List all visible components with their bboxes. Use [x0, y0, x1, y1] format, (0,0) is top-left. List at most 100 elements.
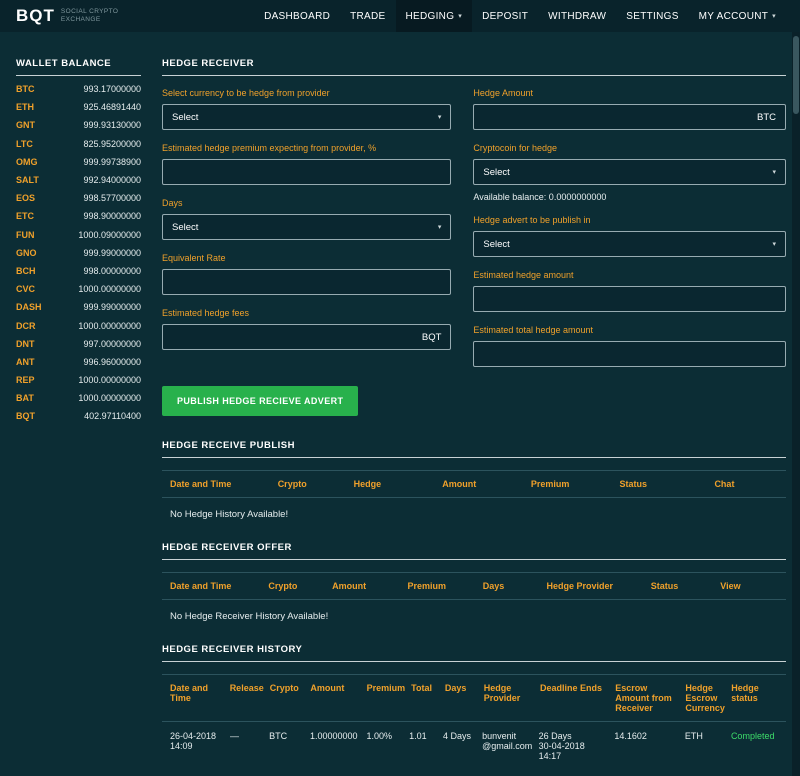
- wallet-balance-value: 992.94000000: [83, 175, 141, 186]
- hedge-receiver-offer-section: HEDGE RECEIVER OFFER Date and Time Crypt…: [162, 542, 786, 626]
- wallet-row: GNT 999.93130000: [16, 116, 141, 134]
- wallet-row: BTC 993.17000000: [16, 80, 141, 98]
- estimated-hedge-amount-label: Estimated hedge amount: [473, 270, 574, 280]
- cryptocoin-select-label: Cryptocoin for hedge: [473, 143, 557, 153]
- nav-dashboard[interactable]: DASHBOARD: [254, 0, 340, 32]
- estimated-hedge-amount-input[interactable]: [473, 286, 786, 312]
- scrollbar[interactable]: [792, 32, 800, 776]
- history-table-header: Date and Time Release Crypto Amount Prem…: [162, 674, 786, 722]
- nav-withdraw[interactable]: WITHDRAW: [538, 0, 616, 32]
- hedge-receiver-offer-title: HEDGE RECEIVER OFFER: [162, 542, 786, 560]
- wallet-row: DASH 999.99000000: [16, 298, 141, 316]
- hedge-receiver-history-title: HEDGE RECEIVER HISTORY: [162, 644, 786, 662]
- wallet-balance-value: 997.00000000: [83, 338, 141, 349]
- col-amount: Amount: [442, 479, 477, 489]
- wallet-balance-value: 998.00000000: [83, 265, 141, 276]
- col-deadline-ends: Deadline Ends: [539, 683, 602, 693]
- estimated-total-label: Estimated total hedge amount: [473, 325, 593, 335]
- nav-deposit[interactable]: DEPOSIT: [472, 0, 538, 32]
- nav-trade-label: TRADE: [350, 10, 386, 22]
- scrollbar-thumb[interactable]: [793, 36, 799, 114]
- wallet-balance-value: 998.90000000: [83, 211, 141, 222]
- wallet-currency-code: DCR: [16, 320, 36, 331]
- nav-withdraw-label: WITHDRAW: [548, 10, 607, 22]
- col-date-time: Date and Time: [170, 479, 232, 489]
- wallet-currency-code: BCH: [16, 265, 36, 276]
- nav-my-account[interactable]: MY ACCOUNT ▾: [689, 0, 786, 32]
- hedge-receiver-form: Select currency to be hedge from provide…: [162, 88, 786, 380]
- form-left-column: Select currency to be hedge from provide…: [162, 88, 452, 380]
- wallet-currency-code: REP: [16, 375, 35, 386]
- wallet-balance-value: 825.95200000: [83, 138, 141, 149]
- wallet-balance-value: 999.93130000: [83, 120, 141, 131]
- nav-settings[interactable]: SETTINGS: [616, 0, 688, 32]
- col-days: Days: [482, 581, 505, 591]
- hedge-receiver-history-section: HEDGE RECEIVER HISTORY Date and Time Rel…: [162, 644, 786, 776]
- wallet-sidebar: WALLET BALANCE BTC 993.17000000 ETH 925.46…: [0, 44, 150, 776]
- cryptocoin-select-value: Select: [483, 166, 510, 178]
- wallet-balance-value: 999.99738900: [83, 156, 141, 167]
- cell-escrow-amount: 14.1602: [614, 731, 647, 741]
- cell-premium: 1.00%: [366, 731, 393, 741]
- hedge-amount-suffix: BTC: [757, 111, 776, 123]
- col-status: Status: [619, 479, 647, 489]
- col-amount: Amount: [310, 683, 345, 693]
- wallet-currency-code: OMG: [16, 156, 38, 167]
- history-table-row: 26-04-2018 11:34 — BTC 1.00000000 1.00% …: [162, 770, 786, 776]
- wallet-balance-value: 925.46891440: [83, 102, 141, 113]
- chevron-down-icon: ▾: [437, 224, 442, 231]
- wallet-row: DNT 997.00000000: [16, 335, 141, 353]
- days-select-value: Select: [172, 221, 199, 233]
- hedge-fees-input[interactable]: BQT: [162, 324, 452, 350]
- wallet-balance-value: 1000.00000000: [78, 284, 141, 295]
- cell-hedge-provider: bunvenit @gmail.com: [482, 731, 533, 751]
- wallet-currency-code: ETC: [16, 211, 34, 222]
- col-days: Days: [444, 683, 467, 693]
- hedge-amount-input[interactable]: BTC: [473, 104, 786, 130]
- advert-select-value: Select: [483, 238, 510, 250]
- form-right-column: Hedge Amount BTC Cryptocoin for hedge Se…: [473, 88, 786, 380]
- history-table-row: 26-04-2018 14:09 — BTC 1.00000000 1.00% …: [162, 722, 786, 770]
- hedge-receive-publish-title: HEDGE RECEIVE PUBLISH: [162, 440, 786, 458]
- wallet-currency-code: ANT: [16, 356, 35, 367]
- premium-input[interactable]: [162, 159, 452, 185]
- chevron-down-icon: ▾: [437, 114, 442, 121]
- wallet-row: BCH 998.00000000: [16, 262, 141, 280]
- advert-select-label: Hedge advert to be publish in: [473, 215, 591, 225]
- wallet-currency-code: CVC: [16, 284, 36, 295]
- wallet-row: ETC 998.90000000: [16, 207, 141, 225]
- cell-deadline-ends: 26 Days 30-04-2018 14:17: [538, 731, 585, 761]
- top-navigation-bar: BQT SOCIAL CRYPTO EXCHANGE DASHBOARD TRA…: [0, 0, 800, 32]
- cryptocoin-select[interactable]: Select ▾: [473, 159, 786, 185]
- wallet-row: SALT 992.94000000: [16, 171, 141, 189]
- offer-table-header: Date and Time Crypto Amount Premium Days…: [162, 572, 786, 600]
- currency-select[interactable]: Select ▾: [162, 104, 452, 130]
- publish-empty-message: No Hedge History Available!: [170, 509, 289, 520]
- days-select[interactable]: Select ▾: [162, 214, 452, 240]
- wallet-row: GNO 999.99000000: [16, 244, 141, 262]
- equivalent-rate-input[interactable]: [162, 269, 452, 295]
- advert-select[interactable]: Select ▾: [473, 231, 786, 257]
- col-status: Status: [650, 581, 679, 591]
- nav-hedging[interactable]: HEDGING ▾: [395, 0, 473, 32]
- estimated-total-input[interactable]: [473, 341, 786, 367]
- chevron-down-icon: ▾: [458, 13, 463, 20]
- col-amount: Amount: [332, 581, 367, 591]
- col-total: Total: [411, 683, 432, 693]
- publish-hedge-receive-button[interactable]: PUBLISH HEDGE RECIEVE ADVERT: [162, 386, 359, 416]
- wallet-balance-title: WALLET BALANCE: [16, 58, 141, 76]
- col-premium: Premium: [407, 581, 446, 591]
- hedge-receiver-title: HEDGE RECEIVER: [162, 58, 786, 76]
- nav-settings-label: SETTINGS: [626, 10, 679, 22]
- available-balance-text: Available balance: 0.0000000000: [473, 192, 607, 202]
- col-crypto: Crypto: [277, 479, 307, 489]
- wallet-balance-value: 996.96000000: [83, 356, 141, 367]
- wallet-row: EOS 998.57700000: [16, 189, 141, 207]
- wallet-balance-value: 402.97110400: [84, 411, 141, 422]
- cell-release: —: [230, 731, 240, 741]
- equivalent-rate-label: Equivalent Rate: [162, 253, 226, 263]
- nav-trade[interactable]: TRADE: [340, 0, 395, 32]
- status-badge: Completed: [730, 731, 775, 741]
- wallet-currency-code: SALT: [16, 175, 39, 186]
- currency-select-label: Select currency to be hedge from provide…: [162, 88, 330, 98]
